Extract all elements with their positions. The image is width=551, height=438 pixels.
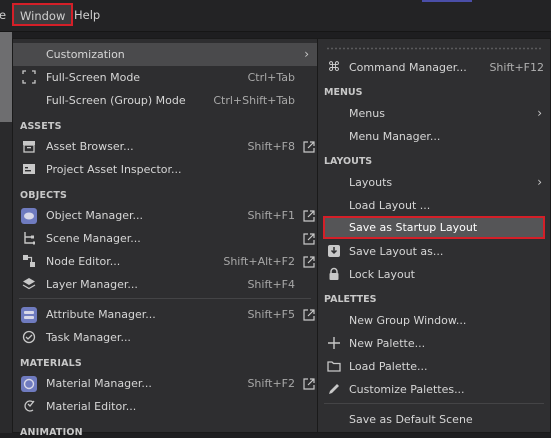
background-panel-light [0,32,12,122]
shortcut-label: Shift+F2 [247,377,295,390]
external-window-icon[interactable] [302,208,316,222]
shortcut-label: Shift+F1 [247,209,295,222]
customization-submenu: ⌘ Command Manager... Shift+F12 MENUS Men… [317,38,551,433]
menu-item-attribute-manager[interactable]: Attribute Manager... Shift+F5 [13,303,317,326]
top-accent-bar [422,0,472,2]
menu-item-customization[interactable]: Customization › [13,43,317,66]
menu-item-task-manager[interactable]: Task Manager... [13,326,317,349]
menu-item-new-group-window[interactable]: New Group Window... [318,309,550,332]
menu-item-new-palette[interactable]: New Palette... [318,332,550,355]
menu-item-save-default-scene[interactable]: Save as Default Scene [318,408,550,431]
external-window-icon[interactable] [302,307,316,321]
menu-partial-item[interactable]: e [0,0,6,31]
menu-bar: e Window Help [0,0,551,32]
section-palettes: PALETTES [324,294,377,305]
section-layouts: LAYOUTS [324,156,373,167]
section-objects: OBJECTS [20,190,68,201]
shortcut-label: Shift+F12 [489,61,544,74]
shortcut-label: Shift+F4 [247,278,295,291]
window-menu-dropdown: Customization › Full-Screen Mode Ctrl+Ta… [12,38,318,438]
tear-off-handle[interactable] [326,47,542,50]
inspector-icon [21,162,37,178]
external-window-icon[interactable] [302,254,316,268]
save-download-icon [326,244,342,260]
command-icon: ⌘ [327,60,341,75]
material-editor-icon [21,399,37,415]
shortcut-label: Shift+F5 [247,308,295,321]
pencil-icon [326,382,342,398]
menu-item-material-editor[interactable]: Material Editor... [13,395,317,418]
lock-icon [326,267,342,283]
shortcut-label: Shift+Alt+F2 [223,255,295,268]
shortcut-label: Ctrl+Shift+Tab [213,94,295,107]
menu-item-asset-browser[interactable]: Asset Browser... Shift+F8 [13,135,317,158]
separator [19,298,311,299]
menu-item-menu-manager[interactable]: Menu Manager... [318,125,550,148]
attribute-manager-icon [21,307,37,323]
plus-icon [326,336,342,352]
menu-window[interactable]: Window [12,3,74,26]
menu-item-customize-palettes[interactable]: Customize Palettes... [318,378,550,401]
menu-item-load-layout[interactable]: Load Layout ... [318,194,550,217]
separator [324,403,544,404]
menu-item-save-startup-layout[interactable]: Save as Startup Layout [323,216,545,239]
archive-icon [21,139,37,155]
fullscreen-icon [21,70,37,86]
menu-item-lock-layout[interactable]: Lock Layout [318,263,550,286]
shortcut-label: Ctrl+Tab [247,71,295,84]
menu-item-command-manager[interactable]: ⌘ Command Manager... Shift+F12 [318,56,550,79]
menu-item-menus[interactable]: Menus › [318,102,550,125]
menu-item-project-asset-inspector[interactable]: Project Asset Inspector... [13,158,317,181]
menu-item-load-palette[interactable]: Load Palette... [318,355,550,378]
section-assets: ASSETS [20,121,62,132]
check-circle-icon [21,330,37,346]
menu-item-layouts[interactable]: Layouts › [318,171,550,194]
menu-item-node-editor[interactable]: Node Editor... Shift+Alt+F2 [13,250,317,273]
menu-help[interactable]: Help [74,0,100,31]
chevron-right-icon: › [537,175,542,189]
external-window-icon[interactable] [302,231,316,245]
object-manager-icon [21,208,37,224]
shortcut-label: Shift+F8 [247,140,295,153]
chevron-right-icon: › [304,47,309,61]
folder-icon [326,359,342,375]
external-window-icon[interactable] [302,139,316,153]
hierarchy-icon [21,231,37,247]
chevron-right-icon: › [537,106,542,120]
external-window-icon[interactable] [302,376,316,390]
node-icon [21,254,37,270]
section-menus: MENUS [324,87,363,98]
section-materials: MATERIALS [20,358,82,369]
material-manager-icon [21,376,37,392]
menu-item-object-manager[interactable]: Object Manager... Shift+F1 [13,204,317,227]
layers-icon [21,277,37,293]
menu-item-fullscreen-group[interactable]: Full-Screen (Group) Mode Ctrl+Shift+Tab [13,89,317,112]
menu-item-fullscreen[interactable]: Full-Screen Mode Ctrl+Tab [13,66,317,89]
menu-item-scene-manager[interactable]: Scene Manager... [13,227,317,250]
menu-item-material-manager[interactable]: Material Manager... Shift+F2 [13,372,317,395]
menu-item-save-layout-as[interactable]: Save Layout as... [318,240,550,263]
menu-item-layer-manager[interactable]: Layer Manager... Shift+F4 [13,273,317,296]
